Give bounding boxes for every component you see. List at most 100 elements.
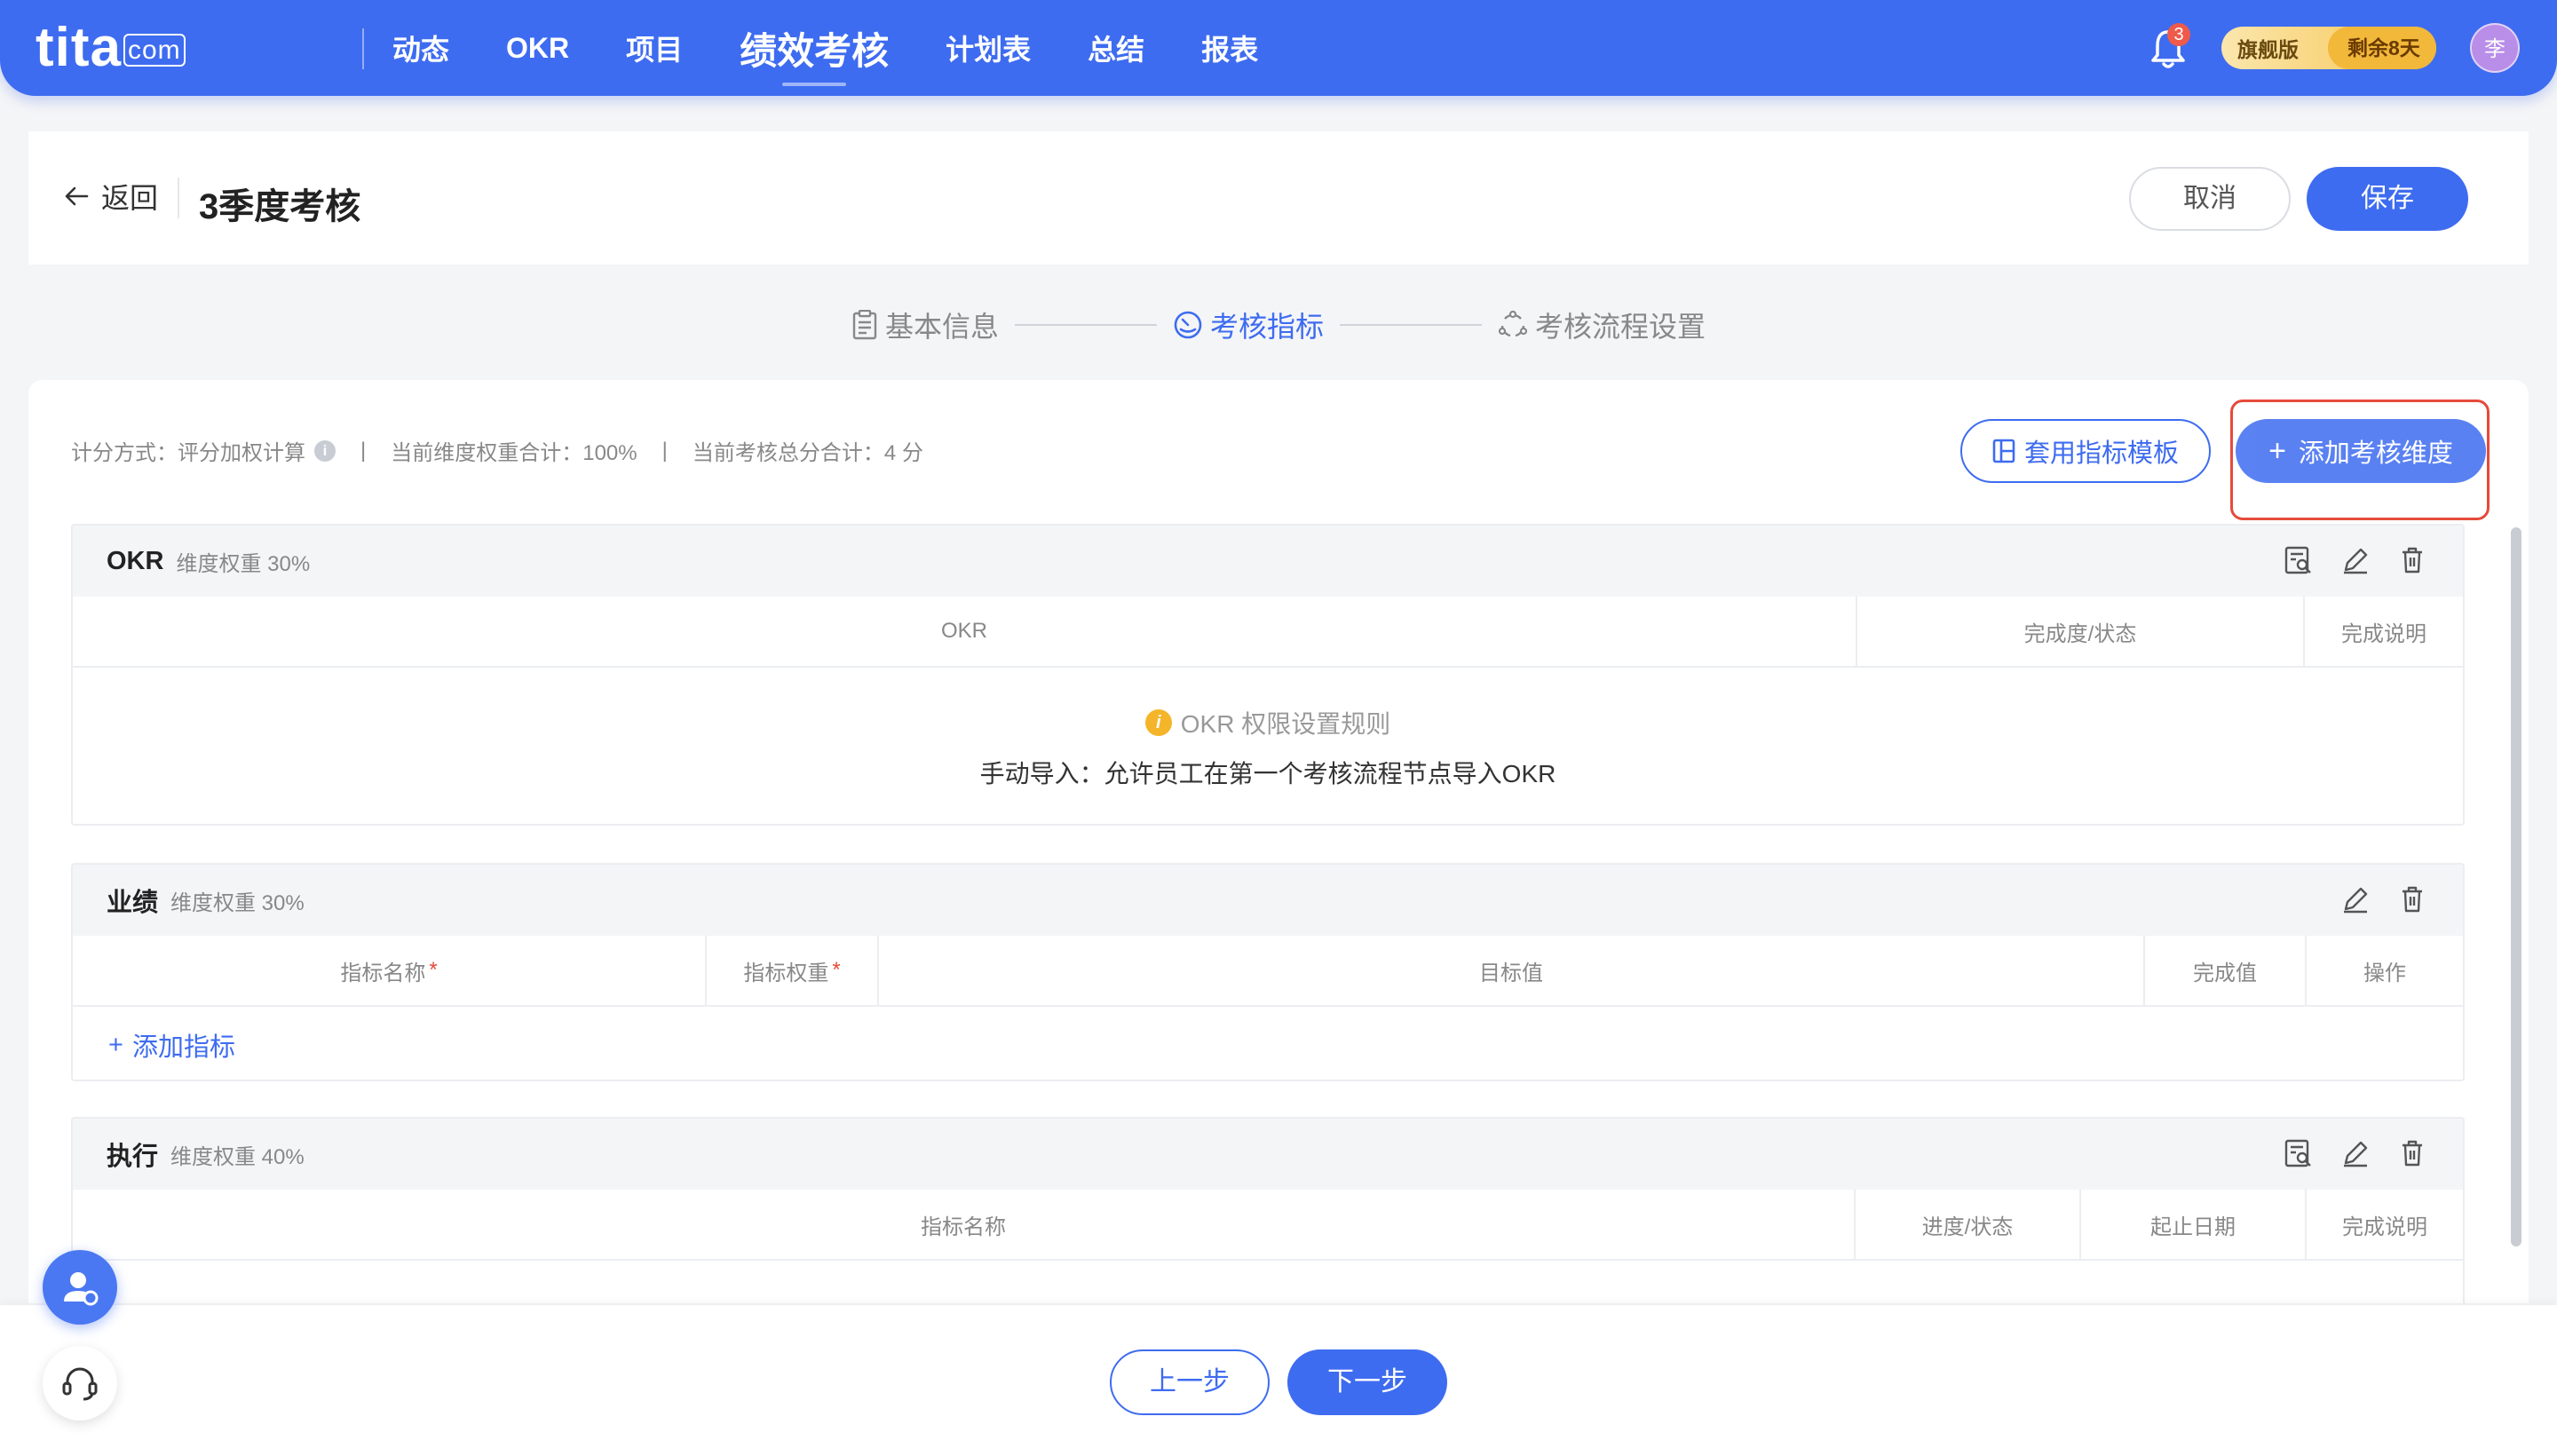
step-metrics[interactable]: 考核指标 bbox=[1173, 305, 1324, 345]
score-summary: 计分方式：评分加权计算 i | 当前维度权重合计：100% | 当前考核总分合计… bbox=[71, 435, 923, 466]
info-icon[interactable]: i bbox=[314, 439, 336, 462]
notification-badge: 3 bbox=[2167, 23, 2190, 46]
dimension-name: 业绩 bbox=[107, 889, 159, 917]
apply-template-label: 套用指标模板 bbox=[2023, 439, 2179, 468]
column-header: 指标名称 * bbox=[73, 936, 707, 1005]
column-header: 完成说明 bbox=[2341, 621, 2426, 646]
dimension-weight: 维度权重 30% bbox=[170, 890, 305, 915]
score-total: 当前考核总分合计：4 分 bbox=[692, 441, 923, 465]
floating-user-button[interactable] bbox=[43, 1250, 117, 1325]
dimension-execution: 执行 维度权重 40% 指标名称 进度/状态 起止日期 完成说明 bbox=[71, 1117, 2465, 1303]
required-mark: * bbox=[429, 958, 438, 982]
nav-item-projects[interactable]: 项目 bbox=[598, 28, 711, 68]
plus-icon: + bbox=[108, 1030, 123, 1059]
cancel-button[interactable]: 取消 bbox=[2129, 167, 2291, 231]
nav-item-feed[interactable]: 动态 bbox=[364, 28, 478, 68]
required-mark: * bbox=[832, 958, 841, 982]
okr-rule-note: i OKR 权限设置规则 手动导入：允许员工在第一个考核流程节点导入OKR bbox=[73, 668, 2463, 827]
column-header: 进度/状态 bbox=[1856, 1190, 2081, 1259]
step-label: 考核流程设置 bbox=[1535, 311, 1706, 343]
page-title: 3季度考核 bbox=[199, 187, 361, 226]
view-details-icon[interactable] bbox=[2284, 1138, 2314, 1168]
floating-support-button[interactable] bbox=[43, 1346, 117, 1420]
user-settings-icon bbox=[64, 1272, 99, 1306]
column-header: 完成值 bbox=[2145, 936, 2307, 1005]
scrollbar[interactable] bbox=[2511, 527, 2521, 1246]
edition-badge[interactable]: 旗舰版 剩余8天 bbox=[2221, 27, 2436, 69]
step-basic-info[interactable]: 基本信息 bbox=[851, 305, 999, 345]
table-header: 指标名称 * 指标权重 * 目标值 完成值 操作 bbox=[73, 936, 2463, 1007]
edit-icon[interactable] bbox=[2340, 1138, 2371, 1168]
headset-icon bbox=[62, 1367, 98, 1401]
step-label: 考核指标 bbox=[1209, 311, 1324, 343]
next-step-button[interactable]: 下一步 bbox=[1287, 1349, 1447, 1415]
step-connector bbox=[1014, 324, 1157, 326]
back-label: 返回 bbox=[101, 182, 159, 214]
dimension-okr: OKR 维度权重 30% OKR 完成度/状态 完成说明 i OKR 权限设置规… bbox=[71, 524, 2465, 826]
metrics-card: 计分方式：评分加权计算 i | 当前维度权重合计：100% | 当前考核总分合计… bbox=[28, 380, 2529, 1303]
back-button[interactable]: 返回 bbox=[64, 176, 158, 217]
okr-rule-title: i OKR 权限设置规则 bbox=[1144, 705, 1391, 740]
delete-icon[interactable] bbox=[2397, 1138, 2427, 1168]
clipboard-icon bbox=[852, 310, 877, 340]
step-process-settings[interactable]: 考核流程设置 bbox=[1498, 305, 1706, 345]
apply-template-button[interactable]: 套用指标模板 bbox=[1960, 419, 2211, 483]
column-header: 目标值 bbox=[879, 936, 2145, 1005]
nav-item-summary[interactable]: 总结 bbox=[1059, 28, 1173, 68]
scoring-method: 计分方式：评分加权计算 bbox=[71, 441, 305, 465]
add-metric-label: 添加指标 bbox=[131, 1033, 235, 1062]
arrow-left-icon bbox=[65, 186, 89, 206]
save-button[interactable]: 保存 bbox=[2307, 167, 2468, 231]
weight-total: 当前维度权重合计：100% bbox=[391, 441, 637, 465]
dimension-tools bbox=[2340, 884, 2427, 914]
delete-icon[interactable] bbox=[2397, 545, 2427, 575]
nav-item-performance[interactable]: 绩效考核 bbox=[711, 21, 917, 86]
delete-icon[interactable] bbox=[2397, 884, 2427, 914]
nav-item-okr[interactable]: OKR bbox=[478, 32, 598, 65]
dimension-weight: 维度权重 40% bbox=[170, 1144, 305, 1169]
column-header: 完成度/状态 bbox=[1857, 597, 2305, 666]
footer-bar: 上一步 下一步 bbox=[0, 1305, 2557, 1456]
dimension-tools bbox=[2284, 1138, 2427, 1168]
dimension-weight: 维度权重 30% bbox=[176, 551, 311, 576]
dimension-header: 执行 维度权重 40% bbox=[73, 1119, 2463, 1190]
column-header: 指标名称 bbox=[73, 1190, 1856, 1259]
stepper: 基本信息 考核指标 考核流程设置 bbox=[0, 298, 2557, 352]
nav-item-reports[interactable]: 报表 bbox=[1173, 28, 1286, 68]
column-header: 完成说明 bbox=[2342, 1215, 2427, 1239]
okr-rule-description: 手动导入：允许员工在第一个考核流程节点导入OKR bbox=[979, 760, 1556, 787]
okr-rule-label: OKR 权限设置规则 bbox=[1180, 710, 1391, 738]
edition-label: 旗舰版 bbox=[2237, 38, 2299, 61]
column-header: 操作 bbox=[2363, 961, 2406, 985]
template-icon bbox=[1992, 439, 2015, 463]
step-connector bbox=[1340, 324, 1482, 326]
header-divider bbox=[178, 178, 179, 218]
plus-icon: + bbox=[2268, 434, 2286, 468]
summary-separator: | bbox=[360, 438, 367, 463]
trial-remaining: 剩余8天 bbox=[2328, 27, 2436, 69]
prev-step-button[interactable]: 上一步 bbox=[1110, 1349, 1270, 1415]
dimension-name: OKR bbox=[107, 546, 164, 575]
column-header: 指标权重 * bbox=[707, 936, 879, 1005]
add-dimension-button[interactable]: + 添加考核维度 bbox=[2236, 419, 2486, 483]
edit-icon[interactable] bbox=[2340, 884, 2371, 914]
nav-menu: 动态 OKR 项目 绩效考核 计划表 总结 报表 bbox=[364, 0, 1286, 96]
table-header: 指标名称 进度/状态 起止日期 完成说明 bbox=[73, 1190, 2463, 1261]
add-dimension-label: 添加考核维度 bbox=[2298, 439, 2453, 468]
step-label: 基本信息 bbox=[884, 311, 999, 343]
nav-item-plans[interactable]: 计划表 bbox=[917, 28, 1059, 68]
table-header: OKR 完成度/状态 完成说明 bbox=[73, 597, 2463, 668]
add-metric-button[interactable]: + 添加指标 bbox=[73, 1007, 2463, 1083]
logo[interactable]: tita com bbox=[36, 18, 186, 78]
avatar[interactable]: 李 bbox=[2470, 23, 2520, 73]
dimension-header: 业绩 维度权重 30% bbox=[73, 865, 2463, 936]
dimension-performance: 业绩 维度权重 30% 指标名称 * 指标权重 * 目标值 完成值 操作 + 添加指… bbox=[71, 863, 2465, 1081]
edit-icon[interactable] bbox=[2340, 545, 2371, 575]
dimension-header: OKR 维度权重 30% bbox=[73, 526, 2463, 597]
view-details-icon[interactable] bbox=[2284, 545, 2314, 575]
dimension-tools bbox=[2284, 545, 2427, 575]
gauge-icon bbox=[1174, 311, 1202, 339]
page-header: 返回 3季度考核 取消 保存 bbox=[28, 131, 2529, 265]
warning-icon: i bbox=[1144, 709, 1172, 736]
cycle-icon bbox=[1498, 310, 1528, 337]
